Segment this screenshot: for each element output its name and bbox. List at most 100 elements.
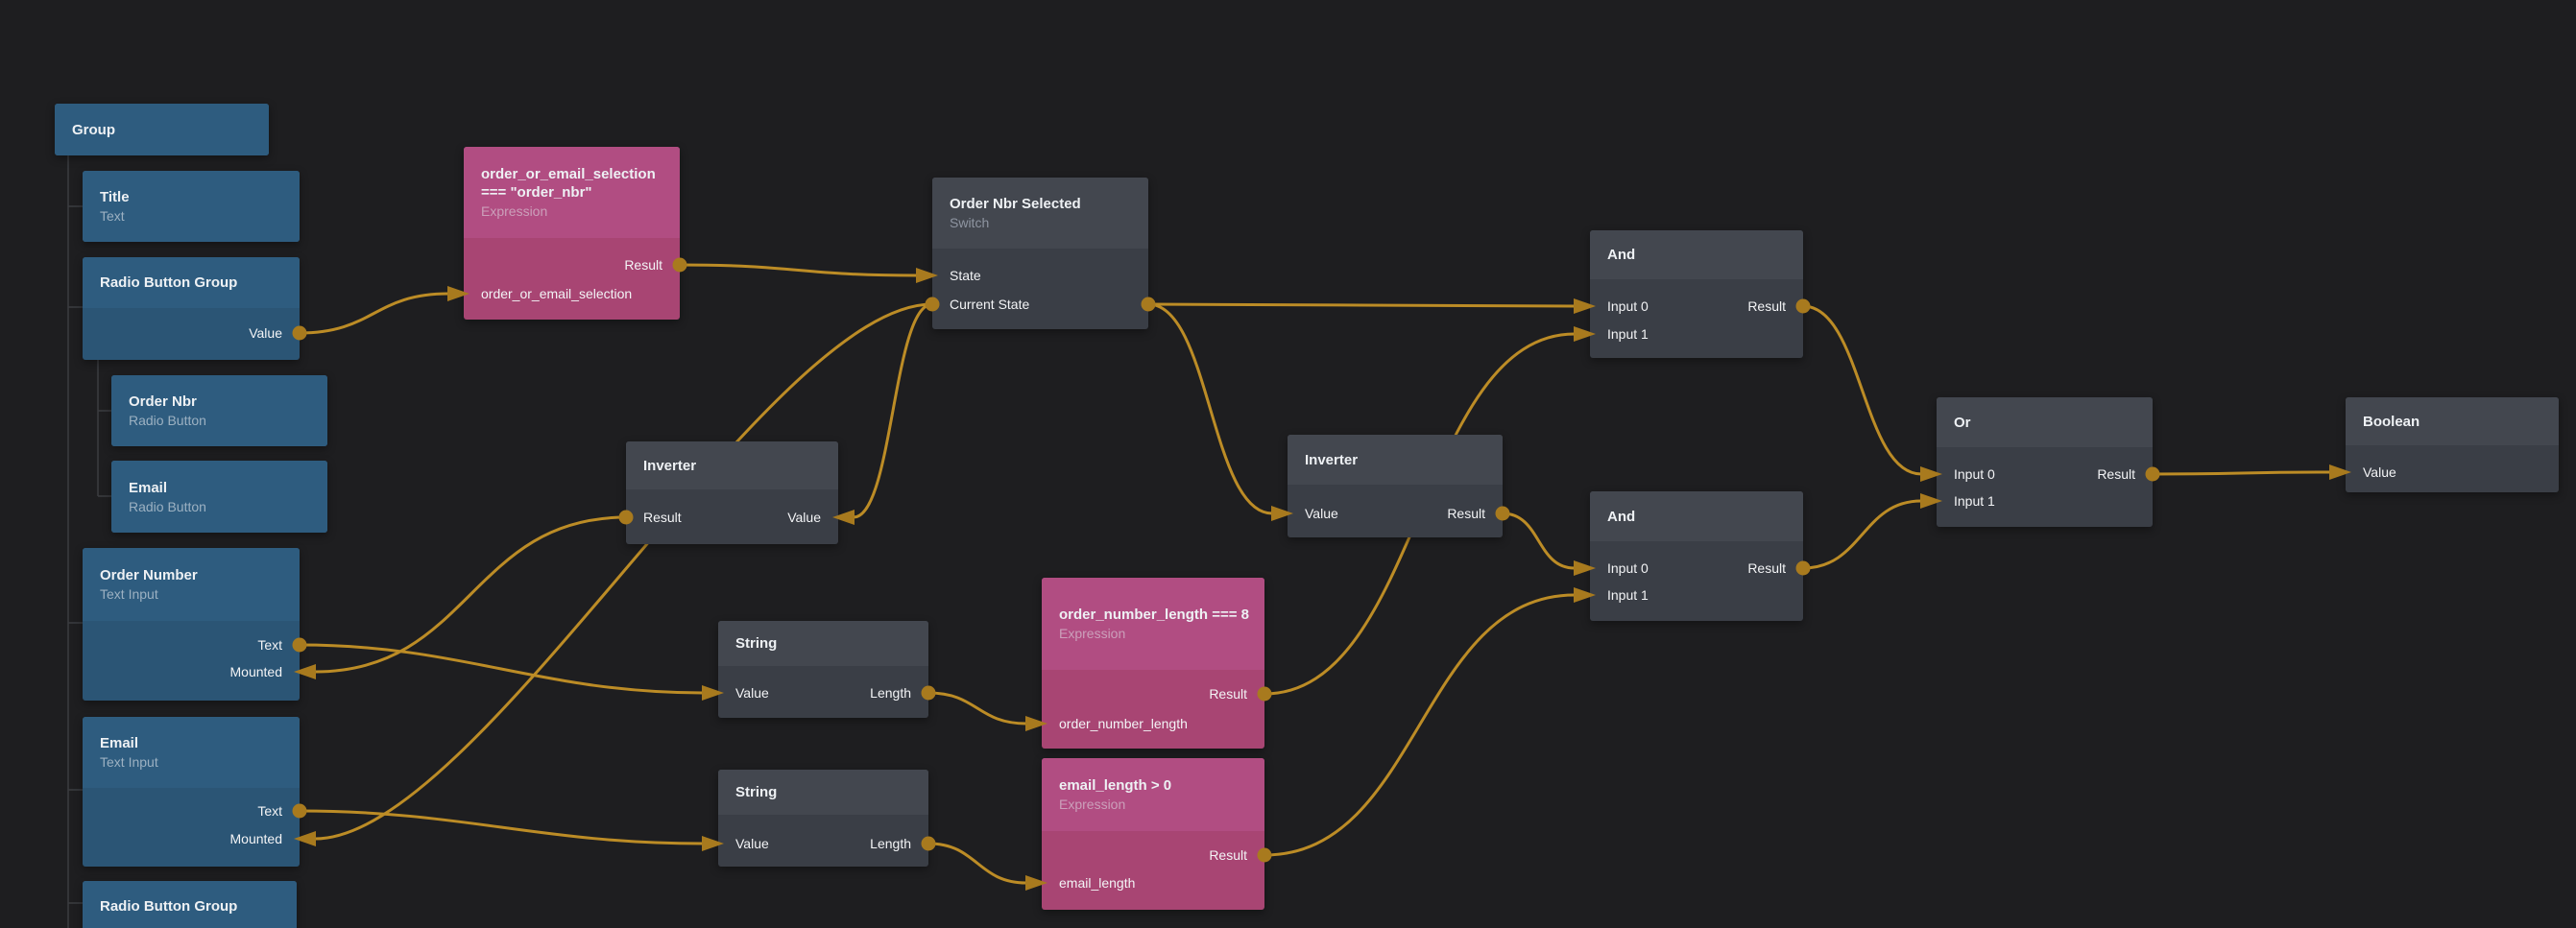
port-label: Current State (950, 294, 1029, 315)
port-row: ValueLength (718, 682, 928, 703)
node-header: order_number_length === 8Expression (1042, 578, 1264, 670)
node-title: Boolean (2363, 413, 2559, 431)
node-title: Inverter (1305, 451, 1503, 469)
node-radio-button-group[interactable]: Radio Button Group Value (83, 257, 300, 360)
port-row: Result (464, 254, 680, 275)
port-label: Value (787, 507, 821, 528)
node-title: Order Nbr (129, 393, 327, 411)
node-header: TitleText (83, 171, 300, 242)
port-label: Input 0 (1954, 464, 1995, 485)
port-label: Input 1 (1954, 490, 1995, 512)
node-title: order_number_length === 8 (1059, 606, 1264, 624)
node-expression-order-number-length[interactable]: order_number_length === 8Expression Resul… (1042, 578, 1264, 749)
port-row: Input 0 Result (1937, 464, 2153, 485)
node-title: Email (129, 479, 327, 497)
node-inverter-2[interactable]: Inverter ValueResult (1288, 435, 1503, 537)
port-label: Text (257, 800, 282, 821)
node-header: Order NumberText Input (83, 548, 300, 621)
port-label: Input 0 (1607, 296, 1649, 317)
port-row: Mounted (83, 661, 300, 682)
node-header: Order Nbr SelectedSwitch (932, 178, 1148, 249)
node-and-1[interactable]: And Input 0 Result Input 1 (1590, 230, 1803, 358)
port-label: Result (1209, 683, 1247, 704)
node-inverter-1[interactable]: Inverter Result Value (626, 441, 838, 544)
node-title: Radio Button Group (100, 897, 297, 916)
port-label: email_length (1059, 872, 1135, 893)
port-row: Result (1042, 683, 1264, 704)
port-label: Result (1209, 845, 1247, 866)
node-or[interactable]: Or Input 0 Result Input 1 (1937, 397, 2153, 527)
port-label: Text (257, 634, 282, 655)
port-label: order_or_email_selection (481, 283, 632, 304)
node-header: email_length > 0Expression (1042, 758, 1264, 831)
port-label: Input 0 (1607, 558, 1649, 579)
port-label: Result (1747, 558, 1786, 579)
node-header: Or (1937, 397, 2153, 447)
port-row: Input 1 (1590, 323, 1803, 345)
node-order-nbr-selected-switch[interactable]: Order Nbr SelectedSwitch State Current Sta… (932, 178, 1148, 329)
port-row: Value (83, 322, 300, 344)
node-header: String (718, 621, 928, 666)
node-order-number-text-input[interactable]: Order NumberText Input Text Mounted (83, 548, 300, 701)
node-title: order_or_email_selection === "order_nbr" (481, 165, 680, 202)
port-label: Value (735, 833, 769, 854)
node-header: Radio Button Group (83, 257, 300, 308)
port-label: Length (870, 833, 911, 854)
node-title-text[interactable]: TitleText (83, 171, 300, 242)
node-header: Order NbrRadio Button (111, 375, 327, 446)
node-header: And (1590, 491, 1803, 541)
node-title: And (1607, 246, 1803, 264)
port-row: Input 0 Result (1590, 558, 1803, 579)
port-row: Current State (932, 294, 1148, 315)
node-boolean[interactable]: Boolean Value (2346, 397, 2559, 492)
node-title: Order Number (100, 566, 300, 584)
port-label: Result (624, 254, 662, 275)
node-radio-button-group-2[interactable]: Radio Button Group (83, 881, 297, 928)
node-order-nbr-radio-button[interactable]: Order NbrRadio Button (111, 375, 327, 446)
node-subtitle: Radio Button (129, 498, 327, 515)
node-email-text-input[interactable]: EmailText Input Text Mounted (83, 717, 300, 867)
port-row: Input 1 (1937, 490, 2153, 512)
port-row: email_length (1042, 872, 1264, 893)
port-row: Text (83, 634, 300, 655)
node-subtitle: Text (100, 207, 300, 225)
node-string-2[interactable]: String Value Length (718, 770, 928, 867)
node-header: Radio Button Group (83, 881, 297, 928)
port-label: State (950, 265, 981, 286)
port-label: Result (643, 507, 682, 528)
node-title: Order Nbr Selected (950, 195, 1148, 213)
port-label: Value (2363, 462, 2396, 483)
node-subtitle: Switch (950, 214, 1148, 231)
node-header: Group (55, 104, 269, 155)
port-row: Result (1042, 845, 1264, 866)
node-string-1[interactable]: String ValueLength (718, 621, 928, 718)
node-subtitle: Radio Button (129, 412, 327, 429)
node-header: order_or_email_selection === "order_nbr"… (464, 147, 680, 238)
node-title: Radio Button Group (100, 274, 300, 292)
node-group[interactable]: Group (55, 104, 269, 155)
node-email-radio-button[interactable]: EmailRadio Button (111, 461, 327, 533)
port-label: Result (1747, 296, 1786, 317)
node-expression-order-or-email-selection[interactable]: order_or_email_selection === "order_nbr"… (464, 147, 680, 320)
node-title: And (1607, 508, 1803, 526)
port-label: Result (2097, 464, 2135, 485)
port-row: order_or_email_selection (464, 283, 680, 304)
port-row: ValueResult (1288, 503, 1503, 524)
port-label: Mounted (230, 828, 282, 849)
node-header: Boolean (2346, 397, 2559, 445)
node-subtitle: Expression (481, 202, 680, 220)
port-row: Value (2346, 462, 2559, 483)
node-title: Email (100, 734, 300, 752)
node-editor-canvas[interactable]: Group TitleText Radio Button Group Value Ord… (0, 0, 2576, 928)
node-header: EmailText Input (83, 717, 300, 788)
node-title: Inverter (643, 457, 838, 475)
node-header: Inverter (626, 441, 838, 489)
port-row: Mounted (83, 828, 300, 849)
port-row: State (932, 265, 1148, 286)
node-and-2[interactable]: AndInput 0ResultInput 1 (1590, 491, 1803, 621)
node-title: email_length > 0 (1059, 776, 1264, 795)
port-row: Value Length (718, 833, 928, 854)
node-header: String (718, 770, 928, 815)
port-label: Value (249, 322, 282, 344)
node-expression-email-length[interactable]: email_length > 0Expression Result email_le… (1042, 758, 1264, 910)
